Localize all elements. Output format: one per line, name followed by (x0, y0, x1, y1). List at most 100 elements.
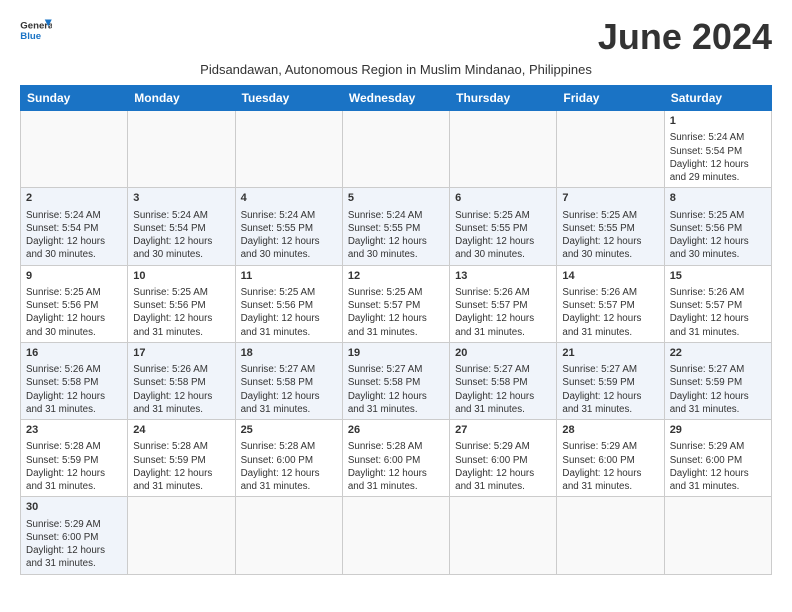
calendar-day-cell (342, 497, 449, 574)
column-header-saturday: Saturday (664, 86, 771, 111)
calendar-day-cell: 15Sunrise: 5:26 AM Sunset: 5:57 PM Dayli… (664, 265, 771, 342)
column-header-friday: Friday (557, 86, 664, 111)
calendar-day-cell: 21 Sunrise: 5:27 AM Sunset: 5:59 PM Dayli… (557, 342, 664, 419)
calendar-table: SundayMondayTuesdayWednesdayThursdayFrid… (20, 85, 772, 575)
calendar-day-cell: 12 Sunrise: 5:25 AM Sunset: 5:57 PM Dayli… (342, 265, 449, 342)
calendar-day-cell: 8 Sunrise: 5:25 AM Sunset: 5:56 PM Daylig… (664, 188, 771, 265)
calendar-day-cell: 5 Sunrise: 5:24 AM Sunset: 5:55 PM Daylig… (342, 188, 449, 265)
day-info: Sunrise: 5:28 AM Sunset: 5:59 PM Dayligh… (26, 440, 122, 493)
day-number: 21 (562, 346, 658, 361)
calendar-day-cell: 26 Sunrise: 5:28 AM Sunset: 6:00 PM Dayli… (342, 420, 449, 497)
column-header-wednesday: Wednesday (342, 86, 449, 111)
day-info: Sunrise: 5:27 AM Sunset: 5:59 PM Dayligh… (670, 363, 766, 416)
day-number: 4 (241, 191, 337, 206)
calendar-week-row: 16Sunrise: 5:26 AM Sunset: 5:58 PM Dayli… (21, 342, 772, 419)
calendar-day-cell: 23 Sunrise: 5:28 AM Sunset: 5:59 PM Dayli… (21, 420, 128, 497)
day-number: 27 (455, 423, 551, 438)
calendar-day-cell: 20Sunrise: 5:27 AM Sunset: 5:58 PM Dayli… (450, 342, 557, 419)
calendar-day-cell: 13 Sunrise: 5:26 AM Sunset: 5:57 PM Dayli… (450, 265, 557, 342)
column-header-monday: Monday (128, 86, 235, 111)
calendar-week-row: 9Sunrise: 5:25 AM Sunset: 5:56 PM Daylig… (21, 265, 772, 342)
calendar-day-cell (450, 111, 557, 188)
day-number: 22 (670, 346, 766, 361)
day-info: Sunrise: 5:28 AM Sunset: 6:00 PM Dayligh… (241, 440, 337, 493)
calendar-day-cell (342, 111, 449, 188)
calendar-day-cell: 7Sunrise: 5:25 AM Sunset: 5:55 PM Daylig… (557, 188, 664, 265)
day-number: 12 (348, 269, 444, 284)
day-info: Sunrise: 5:25 AM Sunset: 5:55 PM Dayligh… (455, 209, 551, 262)
day-info: Sunrise: 5:24 AM Sunset: 5:54 PM Dayligh… (670, 131, 766, 184)
calendar-day-cell: 24 Sunrise: 5:28 AM Sunset: 5:59 PM Dayli… (128, 420, 235, 497)
calendar-day-cell (664, 497, 771, 574)
calendar-day-cell: 16Sunrise: 5:26 AM Sunset: 5:58 PM Dayli… (21, 342, 128, 419)
calendar-day-cell (235, 497, 342, 574)
calendar-day-cell: 29 Sunrise: 5:29 AM Sunset: 6:00 PM Dayli… (664, 420, 771, 497)
day-info: Sunrise: 5:24 AM Sunset: 5:55 PM Dayligh… (348, 209, 444, 262)
day-info: Sunrise: 5:26 AM Sunset: 5:57 PM Dayligh… (455, 286, 551, 339)
day-info: Sunrise: 5:25 AM Sunset: 5:56 PM Dayligh… (670, 209, 766, 262)
calendar-day-cell (450, 497, 557, 574)
day-number: 17 (133, 346, 229, 361)
day-number: 19 (348, 346, 444, 361)
calendar-week-row: 23 Sunrise: 5:28 AM Sunset: 5:59 PM Dayli… (21, 420, 772, 497)
day-info: Sunrise: 5:26 AM Sunset: 5:58 PM Dayligh… (133, 363, 229, 416)
day-info: Sunrise: 5:24 AM Sunset: 5:54 PM Dayligh… (26, 209, 122, 262)
calendar-day-cell: 10Sunrise: 5:25 AM Sunset: 5:56 PM Dayli… (128, 265, 235, 342)
day-number: 13 (455, 269, 551, 284)
day-info: Sunrise: 5:29 AM Sunset: 6:00 PM Dayligh… (455, 440, 551, 493)
calendar-body: 1 Sunrise: 5:24 AM Sunset: 5:54 PM Daylig… (21, 111, 772, 575)
calendar-day-cell: 17 Sunrise: 5:26 AM Sunset: 5:58 PM Dayli… (128, 342, 235, 419)
day-number: 11 (241, 269, 337, 284)
calendar-day-cell: 18 Sunrise: 5:27 AM Sunset: 5:58 PM Dayli… (235, 342, 342, 419)
day-info: Sunrise: 5:24 AM Sunset: 5:55 PM Dayligh… (241, 209, 337, 262)
day-info: Sunrise: 5:28 AM Sunset: 5:59 PM Dayligh… (133, 440, 229, 493)
day-number: 14 (562, 269, 658, 284)
calendar-week-row: 2 Sunrise: 5:24 AM Sunset: 5:54 PM Daylig… (21, 188, 772, 265)
day-number: 29 (670, 423, 766, 438)
day-info: Sunrise: 5:25 AM Sunset: 5:57 PM Dayligh… (348, 286, 444, 339)
day-info: Sunrise: 5:26 AM Sunset: 5:57 PM Dayligh… (562, 286, 658, 339)
day-info: Sunrise: 5:24 AM Sunset: 5:54 PM Dayligh… (133, 209, 229, 262)
day-number: 24 (133, 423, 229, 438)
calendar-day-cell: 19Sunrise: 5:27 AM Sunset: 5:58 PM Dayli… (342, 342, 449, 419)
day-number: 30 (26, 500, 122, 515)
day-info: Sunrise: 5:28 AM Sunset: 6:00 PM Dayligh… (348, 440, 444, 493)
day-number: 18 (241, 346, 337, 361)
month-title: June 2024 (598, 16, 772, 58)
day-number: 8 (670, 191, 766, 206)
column-header-thursday: Thursday (450, 86, 557, 111)
calendar-week-row: 1 Sunrise: 5:24 AM Sunset: 5:54 PM Daylig… (21, 111, 772, 188)
calendar-day-cell (557, 497, 664, 574)
calendar-day-cell: 3Sunrise: 5:24 AM Sunset: 5:54 PM Daylig… (128, 188, 235, 265)
day-info: Sunrise: 5:29 AM Sunset: 6:00 PM Dayligh… (26, 518, 122, 571)
calendar-day-cell: 6 Sunrise: 5:25 AM Sunset: 5:55 PM Daylig… (450, 188, 557, 265)
day-number: 2 (26, 191, 122, 206)
day-info: Sunrise: 5:27 AM Sunset: 5:59 PM Dayligh… (562, 363, 658, 416)
calendar-day-cell: 9Sunrise: 5:25 AM Sunset: 5:56 PM Daylig… (21, 265, 128, 342)
calendar-day-cell (128, 497, 235, 574)
day-number: 20 (455, 346, 551, 361)
column-header-tuesday: Tuesday (235, 86, 342, 111)
day-number: 23 (26, 423, 122, 438)
calendar-day-cell: 14 Sunrise: 5:26 AM Sunset: 5:57 PM Dayli… (557, 265, 664, 342)
calendar-day-cell: 22 Sunrise: 5:27 AM Sunset: 5:59 PM Dayli… (664, 342, 771, 419)
day-number: 5 (348, 191, 444, 206)
calendar-day-cell (557, 111, 664, 188)
svg-text:Blue: Blue (20, 31, 41, 42)
day-info: Sunrise: 5:29 AM Sunset: 6:00 PM Dayligh… (562, 440, 658, 493)
calendar-day-cell (21, 111, 128, 188)
day-info: Sunrise: 5:26 AM Sunset: 5:58 PM Dayligh… (26, 363, 122, 416)
day-info: Sunrise: 5:27 AM Sunset: 5:58 PM Dayligh… (241, 363, 337, 416)
day-number: 28 (562, 423, 658, 438)
day-info: Sunrise: 5:29 AM Sunset: 6:00 PM Dayligh… (670, 440, 766, 493)
day-info: Sunrise: 5:25 AM Sunset: 5:55 PM Dayligh… (562, 209, 658, 262)
day-info: Sunrise: 5:26 AM Sunset: 5:57 PM Dayligh… (670, 286, 766, 339)
day-number: 26 (348, 423, 444, 438)
calendar-day-cell (128, 111, 235, 188)
day-number: 6 (455, 191, 551, 206)
day-number: 1 (670, 114, 766, 129)
calendar-day-cell: 30 Sunrise: 5:29 AM Sunset: 6:00 PM Dayli… (21, 497, 128, 574)
subtitle: Pidsandawan, Autonomous Region in Muslim… (20, 62, 772, 77)
page-header: General Blue June 2024 (20, 16, 772, 58)
calendar-day-cell: 11Sunrise: 5:25 AM Sunset: 5:56 PM Dayli… (235, 265, 342, 342)
